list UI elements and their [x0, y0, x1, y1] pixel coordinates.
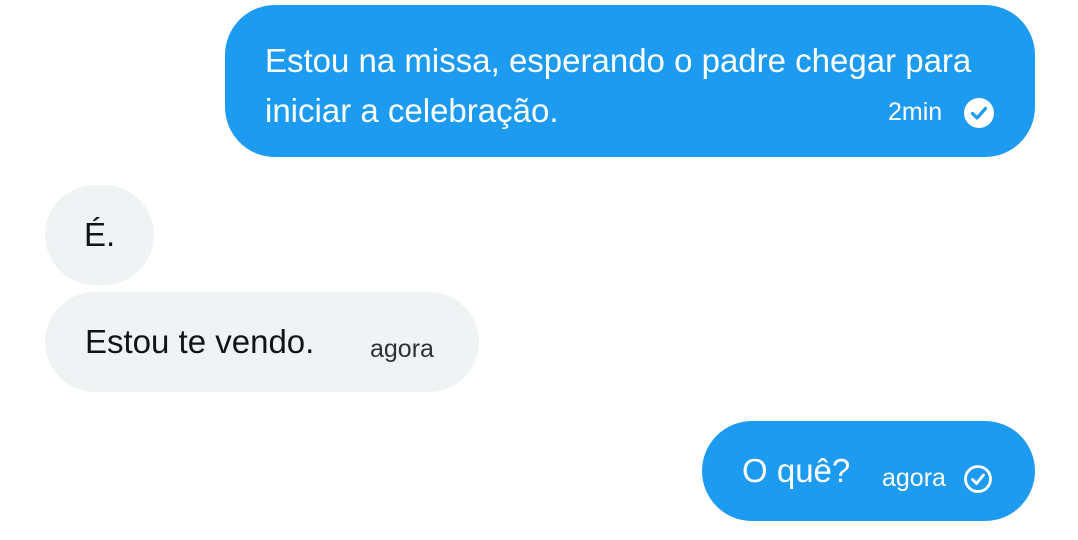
- check-circle-filled-icon: [964, 98, 994, 128]
- message-text: É.: [84, 216, 116, 253]
- check-circle-outline-icon: [963, 464, 993, 494]
- outgoing-message-bubble[interactable]: Estou na missa, esperando o padre chegar…: [225, 5, 1035, 157]
- message-timestamp: agora: [370, 335, 434, 363]
- outgoing-message-bubble[interactable]: O quê? agora: [702, 421, 1035, 521]
- message-text: Estou te vendo.: [85, 323, 315, 360]
- message-text: O quê?: [742, 452, 851, 489]
- message-timestamp: 2min: [888, 98, 943, 126]
- incoming-message-bubble[interactable]: É.: [45, 185, 154, 285]
- incoming-message-bubble[interactable]: Estou te vendo. agora: [45, 292, 479, 392]
- message-text: Estou na missa, esperando o padre chegar…: [265, 42, 972, 129]
- message-timestamp: agora: [882, 464, 946, 492]
